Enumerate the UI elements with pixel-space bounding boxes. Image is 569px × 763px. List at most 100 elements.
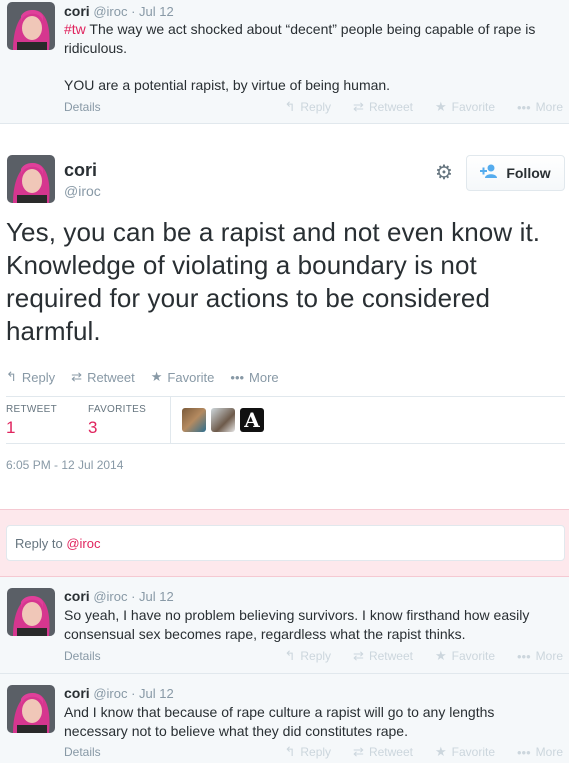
more-button[interactable]: ••• More (517, 99, 563, 115)
favoriter-avatar[interactable]: A (240, 408, 264, 432)
more-icon: ••• (517, 744, 531, 760)
divider (170, 397, 171, 443)
favorite-button[interactable]: ★ Favorite (435, 99, 495, 115)
author-name[interactable]: cori (64, 3, 90, 19)
more-icon: ••• (230, 369, 245, 385)
more-icon: ••• (517, 99, 531, 115)
retweet-button[interactable]: ⇄ Retweet (353, 648, 413, 664)
retweet-count: 1 (6, 418, 16, 437)
divider (6, 396, 565, 397)
tweet-header: cori @iroc · Jul 12 (64, 685, 174, 701)
retweet-icon: ⇄ (353, 99, 364, 114)
favorite-icon: ★ (434, 99, 447, 114)
favorite-button[interactable]: ★ Favorite (435, 744, 495, 760)
reply-label: Reply (300, 745, 332, 759)
tweet-date[interactable]: · Jul 12 (131, 686, 174, 701)
favorite-icon: ★ (434, 744, 447, 759)
author-handle[interactable]: @iroc (93, 4, 127, 19)
tweet-text: #tw The way we act shocked about “decent… (64, 20, 559, 58)
reply-label: Reply (300, 649, 332, 663)
tweet-item[interactable]: cori @iroc · Jul 12 #tw The way we act s… (0, 0, 569, 124)
more-label: More (535, 100, 563, 114)
favoriter-avatar[interactable] (211, 408, 235, 432)
favorite-icon: ★ (434, 648, 447, 663)
favorite-label: Favorite (451, 100, 495, 114)
more-label: More (535, 745, 563, 759)
retweet-label: Retweet (368, 745, 413, 759)
author-name[interactable]: cori (64, 160, 97, 181)
retweet-icon: ⇄ (353, 648, 364, 663)
main-tweet-actions: ↰ Reply ⇄ Retweet ★ Favorite ••• More (6, 369, 279, 385)
tweet-timestamp[interactable]: 6:05 PM - 12 Jul 2014 (6, 458, 123, 472)
reply-button[interactable]: ↰ Reply (284, 744, 331, 760)
retweet-icon: ⇄ (353, 744, 364, 759)
hashtag-link[interactable]: #tw (64, 21, 86, 37)
reply-icon: ↰ (284, 744, 296, 759)
follow-button[interactable]: Follow (466, 155, 565, 191)
favorites-stat[interactable]: FAVORITES 3 (88, 404, 146, 438)
retweet-button[interactable]: ⇄ Retweet (353, 744, 413, 760)
author-handle[interactable]: @iroc (93, 686, 127, 701)
favorite-label: Favorite (451, 745, 495, 759)
avatar[interactable] (7, 155, 55, 203)
tweet-date[interactable]: · Jul 12 (131, 589, 174, 604)
more-button[interactable]: ••• More (230, 369, 278, 385)
tweet-actions: ↰ Reply ⇄ Retweet ★ Favorite ••• More (284, 99, 563, 115)
retweet-icon: ⇄ (71, 369, 83, 384)
tweet-text-line2: YOU are a potential rapist, by virtue of… (64, 77, 391, 93)
more-button[interactable]: ••• More (517, 648, 563, 664)
retweet-stat-label: RETWEET (6, 404, 57, 415)
details-link[interactable]: Details (64, 745, 101, 759)
favorite-label: Favorite (451, 649, 495, 663)
more-label: More (249, 369, 279, 385)
author-handle[interactable]: @iroc (93, 589, 127, 604)
reply-button[interactable]: ↰ Reply (6, 369, 55, 385)
tweet-actions: ↰ Reply ⇄ Retweet ★ Favorite ••• More (284, 648, 563, 664)
more-icon: ••• (517, 648, 531, 664)
reply-button[interactable]: ↰ Reply (284, 648, 331, 664)
follow-person-icon (480, 164, 498, 182)
favorite-label: Favorite (167, 369, 215, 385)
favorite-icon: ★ (150, 369, 163, 384)
tweet-text: And I know that because of rape culture … (64, 704, 495, 739)
details-link[interactable]: Details (64, 100, 101, 114)
avatar[interactable] (7, 685, 55, 733)
tweet-header: cori @iroc · Jul 12 (64, 3, 174, 19)
favorites-stat-label: FAVORITES (88, 404, 147, 415)
retweet-label: Retweet (87, 369, 135, 385)
favoriter-avatar[interactable] (182, 408, 206, 432)
tweet-text-body: The way we act shocked about “decent” pe… (64, 21, 536, 56)
details-link[interactable]: Details (64, 649, 101, 663)
reply-button[interactable]: ↰ Reply (284, 99, 331, 115)
tweet-date[interactable]: · Jul 12 (131, 4, 174, 19)
tweet-header: cori @iroc · Jul 12 (64, 588, 174, 604)
more-label: More (535, 649, 563, 663)
author-handle[interactable]: @iroc (64, 183, 101, 199)
retweet-button[interactable]: ⇄ Retweet (71, 369, 135, 385)
reply-icon: ↰ (6, 369, 17, 384)
reply-input[interactable]: Reply to @iroc (6, 525, 565, 561)
retweet-label: Retweet (368, 649, 413, 663)
favorites-count: 3 (88, 418, 98, 437)
follow-label: Follow (506, 165, 551, 181)
main-tweet-text: Yes, you can be a rapist and not even kn… (6, 217, 541, 346)
retweet-label: Retweet (368, 100, 413, 114)
retweet-button[interactable]: ⇄ Retweet (353, 99, 413, 115)
reply-mention: @iroc (66, 536, 101, 551)
reply-icon: ↰ (284, 99, 296, 114)
reply-icon: ↰ (284, 648, 296, 663)
avatar[interactable] (7, 588, 55, 636)
reply-prefix: Reply to (15, 536, 67, 551)
tweet-actions: ↰ Reply ⇄ Retweet ★ Favorite ••• More (284, 744, 563, 760)
gear-icon[interactable]: ⚙ (433, 162, 455, 184)
favorite-button[interactable]: ★ Favorite (151, 369, 215, 385)
more-button[interactable]: ••• More (517, 744, 563, 760)
author-name[interactable]: cori (64, 588, 90, 604)
favoriters-list: A (182, 408, 264, 432)
retweet-stat[interactable]: RETWEET 1 (6, 404, 57, 438)
favorite-button[interactable]: ★ Favorite (435, 648, 495, 664)
divider (6, 443, 565, 444)
avatar[interactable] (7, 2, 55, 50)
reply-label: Reply (21, 369, 56, 385)
author-name[interactable]: cori (64, 685, 90, 701)
